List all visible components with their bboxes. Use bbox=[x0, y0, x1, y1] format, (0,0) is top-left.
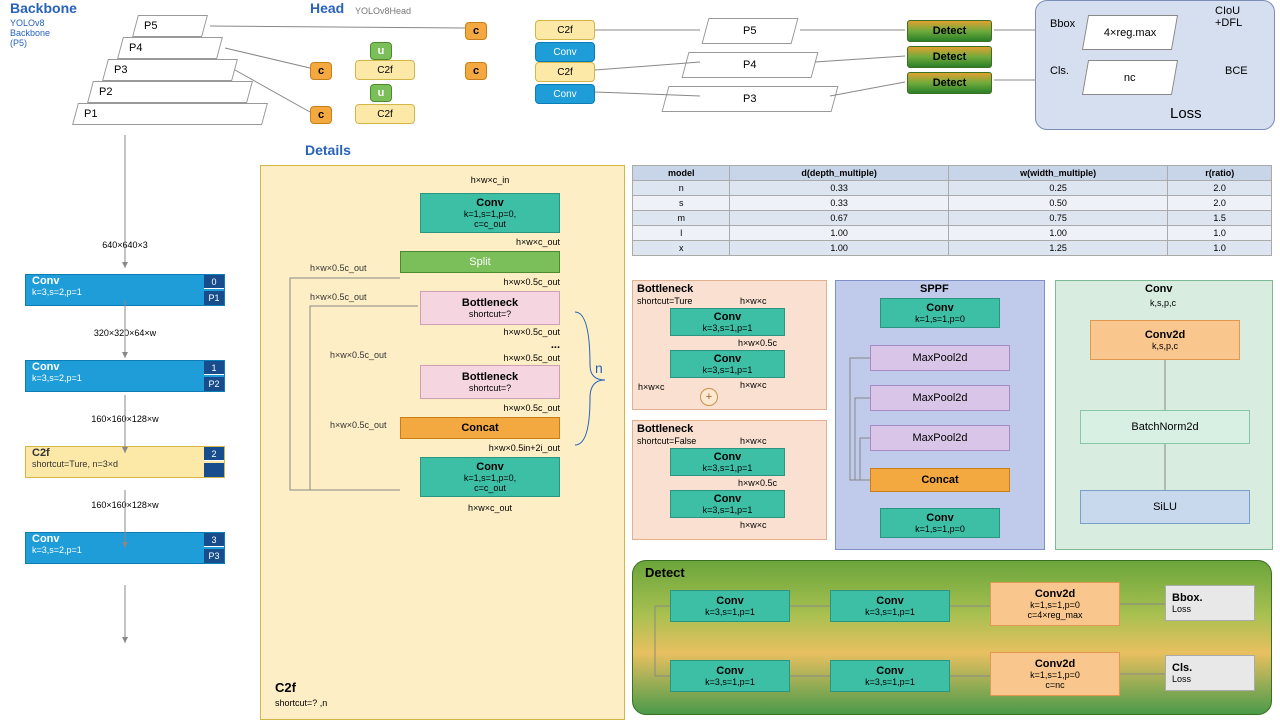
cls-label: Cls. bbox=[1050, 65, 1069, 77]
c2f-flow: h×w×c_in Convk=1,s=1,p=0, c=c_out h×w×c_… bbox=[420, 175, 560, 513]
c2f-sub: shortcut=? ,n bbox=[275, 698, 327, 708]
backbone-sub: YOLOv8 Backbone (P5) bbox=[10, 18, 50, 48]
u-badge-2: u bbox=[370, 84, 392, 102]
loss-title: Loss bbox=[1170, 105, 1202, 122]
head-title: Head bbox=[310, 0, 344, 16]
head-sub: YOLOv8Head bbox=[355, 6, 411, 16]
pipeline: 640×640×3 Convk=3,s=2,p=1 0P1 320×320×64… bbox=[25, 240, 225, 568]
model-table: modeld(depth_multiple)w(width_multiple)r… bbox=[632, 165, 1272, 256]
c2f-title: C2f bbox=[275, 680, 296, 695]
conv-block-2: Conv bbox=[535, 84, 595, 104]
c2f-block-3: C2f bbox=[535, 62, 595, 82]
c2f-block-2: C2f bbox=[355, 60, 415, 80]
c-badge-3: c bbox=[465, 62, 487, 80]
c-badge-2: c bbox=[310, 62, 332, 80]
backbone-pyramid: P5 P4 P3 P2 P1 bbox=[75, 15, 265, 125]
detect-badge-2: Detect bbox=[907, 46, 992, 68]
n-label: n bbox=[595, 360, 603, 376]
bbox-label: Bbox bbox=[1050, 18, 1075, 30]
c-badge: c bbox=[465, 22, 487, 40]
ciou-label: CIoU +DFL bbox=[1215, 5, 1242, 29]
u-badge: u bbox=[370, 42, 392, 60]
head-pyramid: P5 P4 P3 bbox=[665, 18, 835, 112]
c2f-block-4: C2f bbox=[355, 104, 415, 124]
bce-label: BCE bbox=[1225, 65, 1248, 77]
conv-block: Conv bbox=[535, 42, 595, 62]
backbone-title: Backbone bbox=[10, 0, 77, 16]
detect-badge: Detect bbox=[907, 20, 992, 42]
cls-box: nc bbox=[1082, 60, 1178, 95]
c-badge-4: c bbox=[310, 106, 332, 124]
c2f-block: C2f bbox=[535, 20, 595, 40]
details-title: Details bbox=[305, 142, 351, 158]
bbox-box: 4×reg.max bbox=[1082, 15, 1178, 50]
detect-badge-3: Detect bbox=[907, 72, 992, 94]
